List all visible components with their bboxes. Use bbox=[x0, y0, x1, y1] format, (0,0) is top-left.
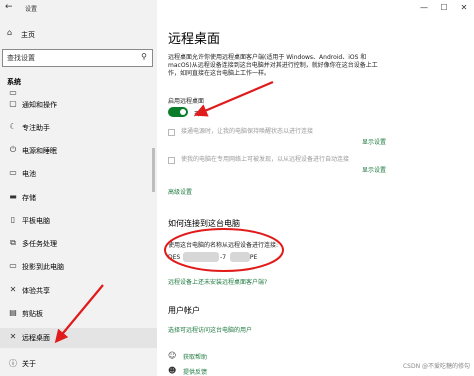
minimize-icon[interactable]: — bbox=[418, 0, 430, 16]
toggle-state-text: 开 bbox=[194, 111, 201, 118]
sidebar-scrollbar[interactable] bbox=[152, 148, 155, 192]
sidebar-item-about[interactable]: ⓘ 关于 bbox=[0, 354, 157, 374]
app-title: 设置 bbox=[25, 6, 38, 13]
sidebar-item-label: 电池 bbox=[22, 170, 36, 178]
sidebar-item-label: 剪贴板 bbox=[22, 310, 43, 318]
home-icon: ⌂ bbox=[7, 28, 13, 37]
remote-desktop-icon: ✕ bbox=[9, 332, 17, 341]
window-title-bar: ← 设置 bbox=[0, 0, 157, 16]
watermark: CSDN @不爱吃糖的修勾 bbox=[402, 363, 470, 370]
feedback-link[interactable]: 提供反馈 bbox=[183, 367, 207, 376]
show-settings-link-2[interactable]: 显示设置 bbox=[362, 165, 386, 174]
sidebar-item-focus-assist[interactable]: ☾ 专注助手 bbox=[0, 118, 157, 138]
select-users-link[interactable]: 选择可远程访问这台电脑的用户 bbox=[168, 325, 252, 334]
search-input[interactable] bbox=[3, 50, 128, 66]
window-controls: — ☐ ✕ bbox=[418, 0, 470, 16]
get-help-link[interactable]: 获取帮助 bbox=[183, 352, 207, 361]
page-title: 远程桌面 bbox=[168, 32, 221, 47]
maximize-icon[interactable]: ☐ bbox=[438, 0, 450, 16]
about-icon: ⓘ bbox=[9, 359, 17, 368]
discoverable-checkbox[interactable] bbox=[168, 157, 175, 164]
sidebar-item-clipboard[interactable]: ▤ 剪贴板 bbox=[0, 304, 157, 324]
clipboard-icon: ▤ bbox=[9, 308, 17, 317]
help-icon: ☺ bbox=[168, 351, 177, 360]
keep-awake-checkbox[interactable] bbox=[168, 129, 175, 136]
multitasking-icon: ⧉ bbox=[10, 238, 16, 247]
power-icon: ⏻ bbox=[9, 145, 17, 154]
sidebar-item-label: 存储 bbox=[22, 194, 36, 202]
sidebar-item-shared-experiences[interactable]: ✕ 体验共享 bbox=[0, 281, 157, 301]
sidebar-item-label: 关于 bbox=[22, 360, 36, 368]
sidebar-item-label: 主页 bbox=[21, 31, 35, 39]
sidebar-item-storage[interactable]: ▬ 存储 bbox=[0, 188, 157, 208]
discoverable-label: 使我的电脑在专用网络上可被发现，以从远程设备进行自动连接 bbox=[181, 156, 350, 163]
sidebar-item-power-sleep[interactable]: ⏻ 电源和睡眠 bbox=[0, 141, 157, 161]
sidebar-item-tablet[interactable]: ▯ 平板电脑 bbox=[0, 211, 157, 231]
sidebar-item-label: 投影到此电脑 bbox=[22, 263, 64, 271]
sidebar-item-home[interactable]: ⌂ 主页 bbox=[0, 26, 157, 42]
close-icon[interactable]: ✕ bbox=[458, 0, 470, 16]
page-description: 远程桌面允许你使用远程桌面客户端(适用于 Windows、Android、iOS… bbox=[168, 54, 378, 77]
sidebar-item-label: 电源和睡眠 bbox=[22, 147, 57, 155]
sidebar-item-label: 体验共享 bbox=[22, 287, 50, 295]
sidebar-item-label: 通知和操作 bbox=[22, 101, 57, 109]
enable-remote-desktop-toggle[interactable] bbox=[168, 107, 188, 117]
sidebar-item-projecting[interactable]: ▭ 投影到此电脑 bbox=[0, 257, 157, 277]
user-accounts-heading: 用户帐户 bbox=[168, 306, 200, 315]
pc-name-suffix: PE bbox=[249, 254, 258, 261]
settings-sidebar: ← 设置 ⌂ 主页 ⚲ 系统 ▭ ▢ 通知和操作 ☾ 专注助手 ⏻ 电源和睡眠 … bbox=[0, 0, 157, 376]
redaction-blur bbox=[183, 252, 219, 262]
sidebar-item-battery[interactable]: ▭ 电池 bbox=[0, 164, 157, 184]
tablet-icon: ▯ bbox=[10, 215, 16, 224]
focus-assist-icon: ☾ bbox=[9, 122, 17, 131]
connect-heading: 如何连接到这台电脑 bbox=[168, 219, 240, 228]
back-arrow-icon[interactable]: ← bbox=[5, 2, 13, 12]
shared-experiences-icon: ✕ bbox=[9, 285, 17, 294]
enable-remote-desktop-label: 启用远程桌面 bbox=[168, 98, 205, 105]
sidebar-item-multitasking[interactable]: ⧉ 多任务处理 bbox=[0, 234, 157, 254]
connect-instruction: 使用这台电脑的名称从远程设备进行连接: bbox=[168, 242, 279, 249]
redaction-blur bbox=[230, 252, 250, 262]
search-box[interactable]: ⚲ bbox=[2, 49, 153, 67]
advanced-settings-link[interactable]: 高级设置 bbox=[168, 187, 192, 196]
no-client-link[interactable]: 远程设备上还未安装远程桌面客户端? bbox=[168, 277, 267, 286]
sidebar-item-label: 专注助手 bbox=[22, 124, 50, 132]
notification-icon: ▢ bbox=[9, 99, 17, 108]
pc-name-prefix: DES bbox=[168, 254, 181, 261]
storage-icon: ▬ bbox=[9, 192, 17, 201]
sidebar-item-label: 多任务处理 bbox=[22, 240, 57, 248]
pc-name-mid: -7 bbox=[220, 254, 227, 261]
sidebar-item-notifications[interactable]: ▢ 通知和操作 bbox=[0, 95, 157, 115]
sidebar-item-label: 平板电脑 bbox=[22, 217, 50, 225]
sidebar-item-remote-desktop[interactable]: ✕ 远程桌面 bbox=[0, 328, 157, 348]
toggle-knob bbox=[180, 109, 186, 115]
battery-icon: ▭ bbox=[9, 168, 17, 177]
feedback-icon: ☻ bbox=[168, 366, 177, 375]
keep-awake-label: 接通电源时，让我的电脑保持唤醒状态以进行连接 bbox=[181, 128, 314, 135]
show-settings-link-1[interactable]: 显示设置 bbox=[362, 137, 386, 146]
projecting-icon: ▭ bbox=[9, 261, 17, 270]
remote-desktop-page: — ☐ ✕ 远程桌面 远程桌面允许你使用远程桌面客户端(适用于 Windows、… bbox=[157, 0, 474, 376]
search-icon[interactable]: ⚲ bbox=[141, 52, 147, 61]
sidebar-item-label: 远程桌面 bbox=[22, 334, 50, 342]
